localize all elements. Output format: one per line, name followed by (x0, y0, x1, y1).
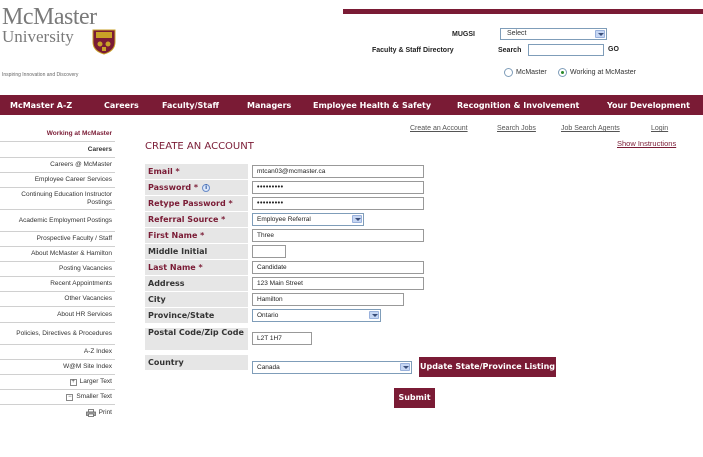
mugsi-label: MUGSI (452, 31, 475, 38)
sidebar-item-posting-vacancies[interactable]: Posting Vacancies (0, 262, 115, 277)
chevron-down-icon[interactable] (595, 30, 605, 38)
print-label: Print (98, 408, 112, 416)
nav-managers[interactable]: Managers (247, 101, 291, 110)
address-label: Address (145, 276, 248, 291)
chevron-down-icon[interactable] (369, 311, 379, 319)
chevron-down-icon[interactable] (352, 215, 362, 223)
nav-recognition-involvement[interactable]: Recognition & Involvement (457, 101, 579, 110)
sidebar-item-az-index[interactable]: A-Z Index (0, 345, 115, 360)
link-job-search-agents[interactable]: Job Search Agents (561, 125, 620, 132)
mcmaster-logo[interactable]: McMaster University Inspiring Innovation… (2, 4, 122, 78)
chevron-down-icon[interactable] (400, 363, 410, 371)
nav-mcmaster-az[interactable]: McMaster A-Z (10, 101, 72, 110)
sidebar-item-other-vacancies[interactable]: Other Vacancies (0, 292, 115, 307)
middle-initial-field[interactable] (252, 245, 286, 258)
link-create-account[interactable]: Create an Account (410, 125, 468, 132)
last-name-field[interactable]: Candidate (252, 261, 424, 274)
province-select[interactable]: Ontario (252, 309, 381, 322)
email-label: Email * (145, 164, 248, 179)
email-field[interactable]: mtcan03@mcmaster.ca (252, 165, 424, 178)
sidebar-item-policies[interactable]: Policies, Directives & Procedures (0, 323, 115, 345)
radio-working-at-mcmaster[interactable] (558, 68, 567, 77)
first-name-label: First Name * (145, 228, 248, 243)
larger-text-label: Larger Text (79, 378, 112, 385)
nav-your-development[interactable]: Your Development (607, 101, 690, 110)
sidebar-item-continuing-education[interactable]: Continuing Education Instructor Postings (0, 188, 115, 210)
retype-password-field[interactable]: ••••••••• (252, 197, 424, 210)
radio-label-mcmaster: McMaster (516, 69, 547, 76)
sidebar-nav: Working at McMaster Careers Careers @ Mc… (0, 126, 115, 420)
info-icon[interactable]: i (202, 184, 211, 192)
province-value: Ontario (257, 312, 279, 319)
submit-button[interactable]: Submit (394, 388, 435, 408)
middle-initial-label: Middle Initial (145, 244, 248, 259)
sidebar-item-recent-appointments[interactable]: Recent Appointments (0, 277, 115, 292)
nav-careers[interactable]: Careers (104, 101, 139, 110)
sidebar-item-prospective[interactable]: Prospective Faculty / Staff (0, 232, 115, 247)
search-label: Search (498, 47, 522, 54)
nav-faculty-staff[interactable]: Faculty/Staff (162, 101, 219, 110)
show-instructions-link[interactable]: Show Instructions (617, 139, 676, 148)
sidebar-item-about-mcmaster[interactable]: About McMaster & Hamilton (0, 247, 115, 262)
link-login[interactable]: Login (651, 125, 668, 132)
plus-icon: + (69, 378, 77, 386)
last-name-label: Last Name * (145, 260, 248, 275)
city-label: City (145, 292, 248, 307)
mugsi-select-value: Select (507, 30, 527, 37)
header-accent-bar (343, 9, 703, 14)
nav-employee-health-safety[interactable]: Employee Health & Safety (313, 101, 431, 110)
sidebar-item-careers[interactable]: Careers (0, 142, 115, 158)
sidebar-item-academic-employment[interactable]: Academic Employment Postings (0, 210, 115, 232)
sidebar-item-site-index[interactable]: W@M Site Index (0, 360, 115, 375)
first-name-field[interactable]: Three (252, 229, 424, 242)
referral-source-value: Employee Referral (257, 216, 311, 223)
sidebar-item-employee-career-services[interactable]: Employee Career Services (0, 173, 115, 188)
update-province-button[interactable]: Update State/Province Listing (419, 357, 556, 377)
sidebar-item-smaller-text[interactable]: − Smaller Text (0, 390, 115, 405)
page-title: CREATE AN ACCOUNT (145, 141, 254, 152)
referral-source-select[interactable]: Employee Referral (252, 213, 364, 226)
printer-icon (85, 408, 96, 417)
logo-text-mcmaster: McMaster (2, 4, 97, 30)
directory-label: Faculty & Staff Directory (372, 47, 454, 54)
referral-source-label: Referral Source * (145, 212, 248, 227)
password-field[interactable]: ••••••••• (252, 181, 424, 194)
address-field[interactable]: 123 Main Street (252, 277, 424, 290)
password-label: Password * i (145, 180, 248, 195)
go-button[interactable]: GO (608, 46, 619, 53)
crest-icon (92, 29, 116, 55)
retype-password-label: Retype Password * (145, 196, 248, 211)
sidebar-item-about-hr[interactable]: About HR Services (0, 307, 115, 323)
sidebar-heading[interactable]: Working at McMaster (0, 126, 115, 142)
mugsi-select[interactable]: Select (500, 28, 607, 40)
password-label-text: Password * (148, 183, 199, 192)
city-field[interactable]: Hamilton (252, 293, 404, 306)
search-input[interactable] (528, 44, 604, 56)
province-label: Province/State (145, 308, 248, 323)
smaller-text-label: Smaller Text (76, 393, 112, 400)
link-search-jobs[interactable]: Search Jobs (497, 125, 536, 132)
minus-icon: − (66, 393, 74, 401)
country-value: Canada (257, 364, 280, 371)
main-nav: McMaster A-Z Careers Faculty/Staff Manag… (0, 95, 703, 115)
postal-code-field[interactable]: L2T 1H7 (252, 332, 312, 345)
sidebar-item-larger-text[interactable]: + Larger Text (0, 375, 115, 390)
country-label: Country (145, 355, 248, 370)
radio-mcmaster[interactable] (504, 68, 513, 77)
country-select[interactable]: Canada (252, 361, 412, 374)
sidebar-item-print[interactable]: Print (0, 405, 115, 420)
radio-label-working-at-mcmaster: Working at McMaster (570, 69, 636, 76)
logo-tagline: Inspiring Innovation and Discovery (2, 72, 79, 78)
postal-code-label: Postal Code/Zip Code (145, 328, 248, 350)
sidebar-item-careers-mcmaster[interactable]: Careers @ McMaster (0, 158, 115, 173)
